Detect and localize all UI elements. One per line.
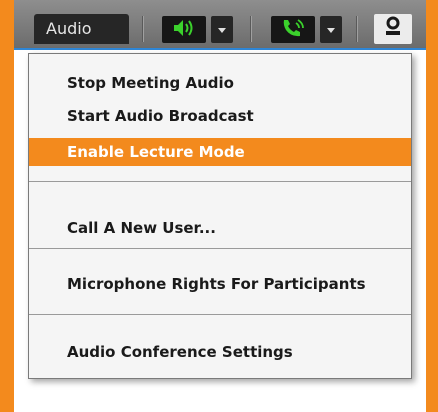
menu-item-enable-lecture-mode[interactable]: Enable Lecture Mode <box>29 138 411 166</box>
audio-dropdown-menu: Stop Meeting Audio Start Audio Broadcast… <box>28 53 412 379</box>
toolbar-separator <box>250 16 252 42</box>
camera-voice-button[interactable] <box>374 14 412 44</box>
phone-button[interactable] <box>271 16 315 43</box>
speaker-button[interactable] <box>162 16 206 43</box>
phone-icon <box>281 18 305 42</box>
audio-toolbar: Audio <box>14 0 426 50</box>
frame-border-right <box>426 0 438 412</box>
frame-border-left <box>0 0 14 412</box>
menu-item-start-audio-broadcast[interactable]: Start Audio Broadcast <box>29 102 411 130</box>
menu-separator <box>29 181 411 182</box>
menu-item-microphone-rights[interactable]: Microphone Rights For Participants <box>29 270 411 298</box>
phone-menu-button[interactable] <box>320 16 342 43</box>
toolbar-separator <box>356 16 358 42</box>
speaker-icon <box>172 19 196 41</box>
chevron-down-icon <box>218 28 226 33</box>
person-icon <box>383 16 403 42</box>
menu-separator <box>29 248 411 249</box>
menu-item-audio-conference-settings[interactable]: Audio Conference Settings <box>29 338 411 366</box>
toolbar-separator <box>142 16 144 42</box>
menu-separator <box>29 314 411 315</box>
menu-item-stop-meeting-audio[interactable]: Stop Meeting Audio <box>29 69 411 97</box>
pod-title: Audio <box>34 14 129 44</box>
chevron-down-icon <box>327 28 335 33</box>
menu-item-call-new-user[interactable]: Call A New User... <box>29 214 411 242</box>
speaker-menu-button[interactable] <box>211 16 233 43</box>
